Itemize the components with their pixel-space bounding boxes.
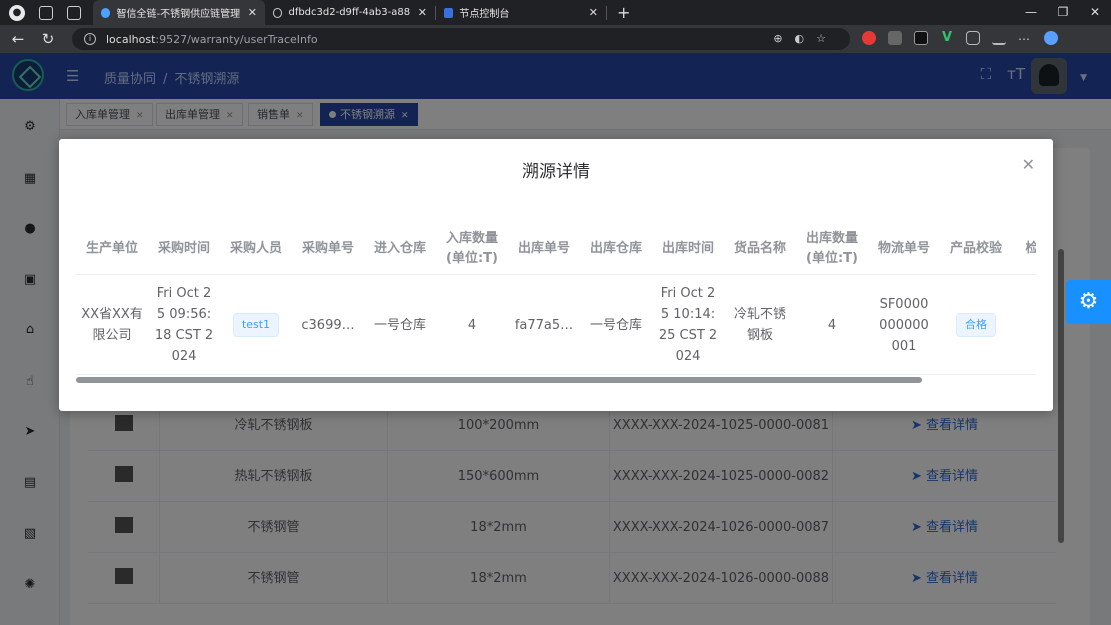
col-header: 出库时间 — [661, 241, 714, 256]
url-field[interactable]: i localhost:9527/warranty/userTraceInfo … — [72, 28, 850, 50]
cell-buyer: test1 — [220, 275, 292, 375]
copilot-icon[interactable] — [1044, 31, 1058, 45]
dialog-title: 溯源详情 — [522, 162, 590, 182]
buyer-badge: test1 — [232, 313, 280, 337]
table-row: XX省XX有限公司 Fri Oct 25 09:56:18 CST 2024 t… — [76, 275, 1036, 375]
cell-logistics-no: SF0000000000001 — [879, 296, 929, 354]
tab-favicon-icon — [101, 7, 111, 18]
cell-purchase-no: c3699… — [301, 317, 355, 333]
tab-favicon-icon — [444, 7, 454, 18]
cell-out-qty: 4 — [827, 317, 837, 333]
settings-gear-button[interactable]: ⚙ — [1066, 280, 1111, 324]
cell-out-time: Fri Oct 25 10:14:25 CST 2024 — [658, 286, 718, 364]
new-tab-button[interactable]: + — [617, 3, 630, 22]
extension-red-icon[interactable] — [862, 31, 876, 45]
col-header: 采购单号 — [301, 241, 354, 256]
col-header: 检 — [1025, 241, 1036, 256]
workspaces-icon[interactable] — [39, 5, 53, 20]
cell-out-warehouse: 一号仓库 — [589, 317, 642, 333]
window-controls: — ❐ ✕ — [1015, 0, 1111, 25]
close-icon[interactable]: ✕ — [1022, 155, 1035, 174]
col-header: 出库数量 (单位:T) — [805, 231, 858, 266]
col-header: 产品校验 — [949, 241, 1002, 256]
trace-detail-dialog: 溯源详情 ✕ 生产单位 采购时间 采购人员 采购单号 进入仓库 入库数量 (单位… — [59, 139, 1053, 411]
col-header: 采购人员 — [229, 241, 282, 256]
cell-out-no: fa77a5… — [514, 317, 574, 333]
globe-icon — [273, 7, 283, 18]
browser-tab-1[interactable]: 智信全链-不锈钢供应链管理系统 ✕ — [93, 0, 265, 25]
close-icon[interactable]: ✕ — [589, 6, 598, 19]
extension-x-icon[interactable] — [914, 31, 928, 45]
col-header: 货品名称 — [733, 241, 786, 256]
col-header: 出库仓库 — [589, 241, 642, 256]
horizontal-scrollbar[interactable] — [76, 377, 922, 383]
address-bar-row: ← ↻ i localhost:9527/warranty/userTraceI… — [0, 25, 1111, 53]
restore-button[interactable]: ❐ — [1047, 0, 1079, 25]
check-badge: 合格 — [956, 313, 996, 337]
close-icon[interactable]: ✕ — [248, 6, 257, 19]
table-header: 生产单位 采购时间 采购人员 采购单号 进入仓库 入库数量 (单位:T) 出库单… — [76, 223, 1036, 275]
cell-goods: 冷轧不锈钢板 — [733, 307, 786, 343]
extension-v-icon[interactable]: V — [940, 31, 954, 45]
cell-check: 合格 — [940, 275, 1012, 375]
url-path: :9527/warranty/userTraceInfo — [155, 32, 318, 46]
more-icon[interactable]: … — [1018, 30, 1032, 45]
cell-purchase-time: Fri Oct 25 09:56:18 CST 2024 — [154, 286, 214, 364]
browser-tab-3[interactable]: 节点控制台 ✕ — [436, 0, 606, 25]
back-icon[interactable]: ← — [6, 30, 30, 48]
tab-title: dfbdc3d2-d9ff-4ab3-a884-bf7ec — [288, 7, 410, 18]
extensions-bar: V … — [862, 30, 1058, 45]
url-host: localhost — [106, 32, 156, 46]
col-header: 出库单号 — [517, 241, 570, 256]
minimize-button[interactable]: — — [1015, 0, 1047, 25]
browser-tab-2[interactable]: dfbdc3d2-d9ff-4ab3-a884-bf7ec ✕ — [265, 0, 435, 25]
tab-title: 智信全链-不锈钢供应链管理系统 — [116, 9, 240, 20]
col-header: 采购时间 — [157, 241, 210, 256]
reload-icon[interactable]: ↻ — [36, 30, 60, 48]
favorites-icon[interactable] — [992, 31, 1006, 45]
close-window-button[interactable]: ✕ — [1079, 0, 1111, 25]
close-icon[interactable]: ✕ — [418, 6, 427, 19]
extension-mask-icon[interactable] — [888, 31, 902, 45]
omnibox-actions[interactable]: ⊕◐☆ — [773, 32, 838, 45]
cell-next — [1026, 275, 1036, 375]
tab-title: 节点控制台 — [459, 9, 510, 20]
cell-in-qty: 4 — [467, 317, 477, 333]
extensions-icon[interactable] — [966, 31, 980, 45]
cell-producer: XX省XX有限公司 — [81, 307, 143, 343]
profile-icon[interactable]: ● — [9, 4, 25, 21]
col-header: 物流单号 — [877, 241, 930, 256]
browser-tabbar: ● 智信全链-不锈钢供应链管理系统 ✕ dfbdc3d2-d9ff-4ab3-a… — [0, 0, 1111, 25]
site-info-icon[interactable]: i — [84, 33, 96, 45]
col-header: 入库数量 (单位:T) — [445, 231, 498, 266]
trace-detail-table: 生产单位 采购时间 采购人员 采购单号 进入仓库 入库数量 (单位:T) 出库单… — [76, 223, 1036, 383]
col-header: 生产单位 — [85, 241, 138, 256]
col-header: 进入仓库 — [373, 241, 426, 256]
cell-in-warehouse: 一号仓库 — [373, 317, 426, 333]
tab-actions-icon[interactable] — [67, 5, 81, 20]
